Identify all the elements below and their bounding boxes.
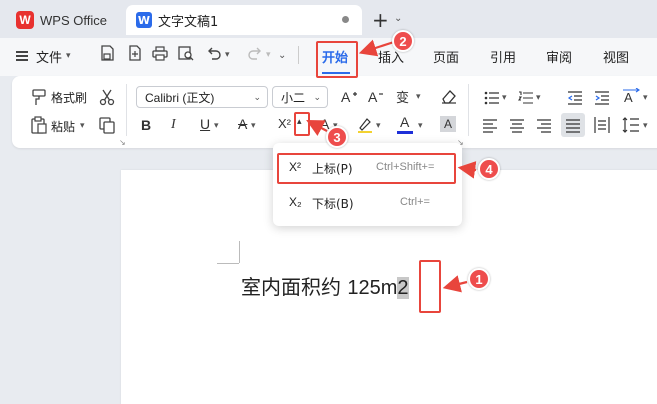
annotation-badge-3: 3 (326, 126, 348, 148)
annotation-badge-2: 2 (392, 30, 414, 52)
annotation-badge-1: 1 (468, 268, 490, 290)
annotation-badge-4: 4 (478, 158, 500, 180)
annotation-arrows (306, 39, 477, 293)
